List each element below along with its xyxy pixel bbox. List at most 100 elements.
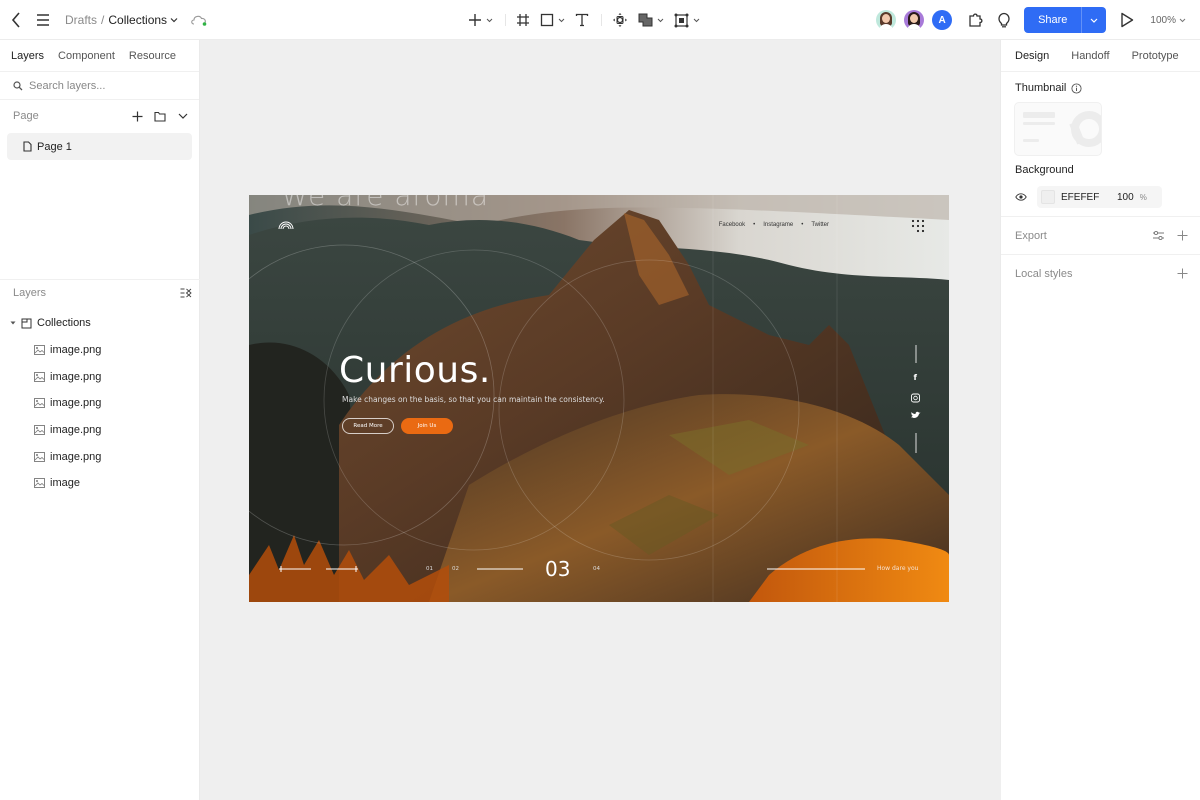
- frame-tool-button[interactable]: [516, 13, 530, 27]
- hero-headline: Curious.: [339, 350, 491, 391]
- background-opacity-value[interactable]: 100: [1117, 192, 1134, 203]
- tab-design[interactable]: Design: [1015, 50, 1049, 62]
- layer-row[interactable]: image.png: [0, 390, 200, 417]
- thumbnail-preview[interactable]: [1014, 102, 1102, 156]
- info-icon[interactable]: [1071, 82, 1082, 94]
- page-document-icon: [23, 141, 32, 152]
- active-slide-number[interactable]: 03: [545, 557, 570, 581]
- share-options-button[interactable]: [1082, 7, 1106, 33]
- layer-row[interactable]: image.png: [0, 337, 200, 364]
- tab-layers[interactable]: Layers: [11, 50, 44, 62]
- plugins-button[interactable]: [966, 10, 986, 30]
- collaborator-avatar[interactable]: [876, 10, 897, 30]
- thumbnail-placeholder-icon: [1023, 111, 1101, 147]
- tab-component[interactable]: Component: [58, 50, 115, 62]
- plus-icon: [1177, 230, 1187, 241]
- slide-number[interactable]: 02: [452, 566, 459, 572]
- design-canvas[interactable]: f We are aroma Facebook • Instagrame • T…: [201, 40, 1000, 800]
- layout-tool-button[interactable]: [674, 13, 700, 28]
- background-color-field[interactable]: EFEFEF 100 %: [1037, 186, 1162, 208]
- frame-icon: [517, 14, 529, 26]
- collaborator-avatar[interactable]: A: [932, 10, 953, 30]
- thumbnail-section-title: Thumbnail: [1001, 82, 1200, 94]
- add-page-button[interactable]: [129, 108, 145, 124]
- social-link-facebook[interactable]: Facebook: [719, 222, 745, 228]
- search-layers-input[interactable]: [29, 79, 189, 92]
- social-link-instagram[interactable]: Instagrame: [763, 222, 793, 228]
- social-link-twitter[interactable]: Twitter: [811, 222, 829, 228]
- present-button[interactable]: [1118, 11, 1136, 29]
- layer-row[interactable]: image: [0, 470, 200, 497]
- collapse-pages-button[interactable]: [175, 108, 191, 124]
- tab-prototype[interactable]: Prototype: [1132, 50, 1179, 62]
- page-item[interactable]: Page 1: [7, 133, 192, 160]
- layer-group-row[interactable]: Collections: [0, 310, 200, 337]
- main-menu-button[interactable]: [33, 8, 53, 32]
- layer-row-label: image: [50, 477, 80, 490]
- pages-header: Page: [0, 100, 199, 132]
- collaborator-avatar[interactable]: [904, 10, 925, 30]
- text-tool-button[interactable]: [575, 13, 589, 27]
- image-layer-icon: [34, 371, 45, 382]
- text-icon: [575, 13, 589, 27]
- layer-tree: Collections image.png image.png image.pn…: [0, 310, 200, 497]
- image-layer-icon: [34, 478, 45, 489]
- layer-row[interactable]: image.png: [0, 417, 200, 444]
- slide-number[interactable]: 01: [426, 566, 433, 572]
- facebook-icon: f: [914, 373, 918, 382]
- image-layer-icon: [34, 451, 45, 462]
- zoom-level-dropdown[interactable]: 100%: [1150, 15, 1186, 26]
- right-panel: Design Handoff Prototype Thumbnail Backg…: [1000, 40, 1200, 750]
- top-social-links: Facebook • Instagrame • Twitter: [718, 222, 829, 228]
- background-hex-value[interactable]: EFEFEF: [1061, 192, 1109, 203]
- add-tool-button[interactable]: [468, 13, 493, 27]
- tab-handoff[interactable]: Handoff: [1071, 50, 1109, 62]
- local-styles-section: Local styles: [1001, 254, 1200, 292]
- chevron-down-icon[interactable]: [170, 16, 178, 24]
- toolbar-right: A Share 100%: [876, 0, 1200, 40]
- eye-visibility-icon[interactable]: [1015, 193, 1027, 201]
- back-button[interactable]: [8, 8, 24, 32]
- inspiration-button[interactable]: [994, 10, 1014, 30]
- share-button-group: Share: [1024, 7, 1107, 33]
- join-us-button[interactable]: Join Us: [401, 418, 453, 434]
- export-settings-button[interactable]: [1150, 228, 1166, 244]
- collapse-all-layers-button[interactable]: [180, 288, 192, 298]
- breadcrumb-file-name[interactable]: Collections: [108, 13, 167, 27]
- component-tool-button[interactable]: [612, 12, 628, 28]
- sliders-settings-icon: [1152, 230, 1164, 241]
- share-button[interactable]: Share: [1024, 7, 1083, 33]
- background-color-swatch[interactable]: [1041, 190, 1055, 204]
- caret-down-icon[interactable]: [10, 320, 16, 326]
- thumbnail-label: Thumbnail: [1015, 82, 1067, 94]
- slide-number[interactable]: 04: [593, 566, 600, 572]
- chevron-down-icon: [693, 18, 700, 22]
- breadcrumb-drafts[interactable]: Drafts: [65, 13, 97, 27]
- opacity-unit: %: [1139, 192, 1147, 202]
- layout-resize-icon: [674, 13, 689, 27]
- layer-group-label: Collections: [37, 317, 91, 330]
- read-more-button[interactable]: Read More: [342, 418, 394, 434]
- toolbar-tools: [468, 0, 710, 40]
- layers-header-label: Layers: [13, 286, 47, 299]
- play-icon: [1121, 12, 1134, 28]
- breadcrumb-separator: /: [101, 13, 105, 27]
- layer-row-label: image.png: [50, 450, 102, 463]
- puzzle-plugin-icon: [969, 13, 983, 27]
- page-folder-button[interactable]: [152, 108, 168, 124]
- add-local-style-button[interactable]: [1174, 266, 1190, 282]
- layer-row-label: image.png: [50, 344, 102, 357]
- artboard-collections[interactable]: f We are aroma Facebook • Instagrame • T…: [249, 195, 949, 602]
- artboard-ghost-title: We are aroma: [281, 195, 489, 212]
- layer-search: [0, 72, 199, 100]
- tab-resource[interactable]: Resource: [129, 50, 176, 62]
- add-export-button[interactable]: [1174, 228, 1190, 244]
- page-item-label: Page 1: [37, 140, 72, 153]
- layer-row[interactable]: image.png: [0, 363, 200, 390]
- toolbar-divider: [505, 14, 506, 26]
- layer-row[interactable]: image.png: [0, 443, 200, 470]
- boolean-tool-button[interactable]: [638, 13, 664, 27]
- right-panel-footer: [1001, 750, 1200, 800]
- rectangle-tool-button[interactable]: [540, 13, 565, 27]
- cloud-sync-icon: [191, 15, 207, 26]
